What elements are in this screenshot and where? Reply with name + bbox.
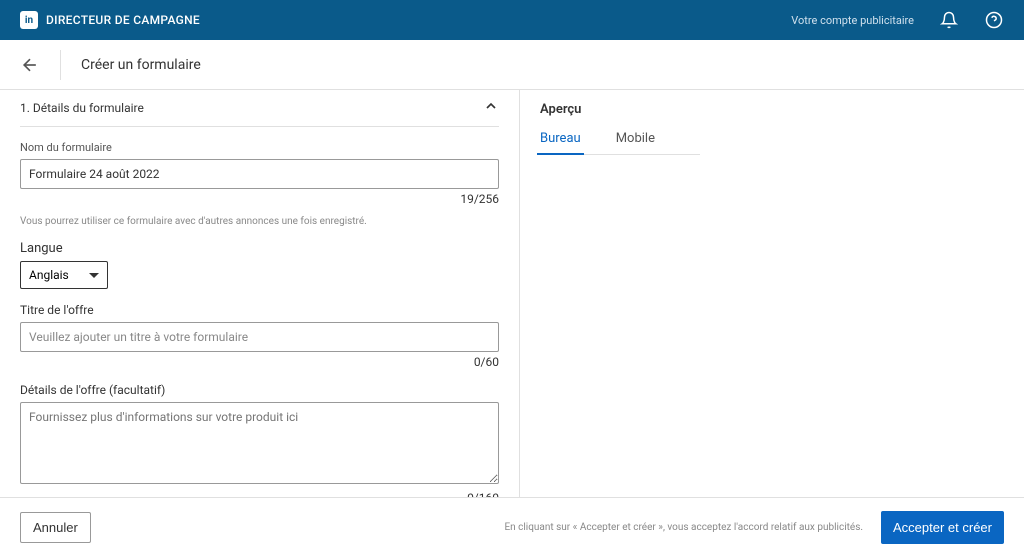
footer-right: En cliquant sur « Accepter et créer », v… (504, 511, 1004, 544)
tab-mobile[interactable]: Mobile (616, 131, 655, 154)
language-value: Anglais (29, 268, 69, 282)
form-name-label: Nom du formulaire (20, 141, 499, 154)
form-name-count: 19/256 (20, 192, 499, 206)
offer-title-count: 0/60 (20, 355, 499, 369)
offer-details-textarea[interactable] (20, 402, 499, 484)
section-title: 1. Détails du formulaire (20, 101, 144, 115)
topbar-left: in DIRECTEUR DE CAMPAGNE (20, 11, 200, 29)
offer-title-input[interactable] (20, 322, 499, 352)
preview-tabs: Bureau Mobile (540, 131, 700, 155)
chevron-up-icon (483, 98, 499, 118)
topbar: in DIRECTEUR DE CAMPAGNE Votre compte pu… (0, 0, 1024, 40)
offer-title-label: Titre de l'offre (20, 303, 499, 317)
language-select[interactable]: Anglais (20, 261, 108, 289)
footer-disclaimer: En cliquant sur « Accepter et créer », v… (504, 522, 863, 533)
accept-create-button[interactable]: Accepter et créer (881, 511, 1004, 544)
form-panel: 1. Détails du formulaire Nom du formulai… (0, 90, 520, 497)
tab-desktop[interactable]: Bureau (540, 131, 581, 154)
caret-down-icon (89, 273, 99, 278)
footer: Annuler En cliquant sur « Accepter et cr… (0, 497, 1024, 557)
preview-panel: Aperçu Bureau Mobile (520, 90, 1024, 497)
linkedin-logo[interactable]: in (20, 11, 38, 29)
brand-title: DIRECTEUR DE CAMPAGNE (46, 13, 200, 27)
form-name-helper: Vous pourrez utiliser ce formulaire avec… (20, 216, 499, 227)
section-header-details[interactable]: 1. Détails du formulaire (20, 90, 499, 127)
preview-title: Aperçu (540, 102, 1004, 117)
topbar-right: Votre compte publicitaire (791, 10, 1004, 30)
help-icon[interactable] (984, 10, 1004, 30)
subheader: Créer un formulaire (0, 40, 1024, 90)
cancel-button[interactable]: Annuler (20, 512, 91, 543)
back-button[interactable] (20, 55, 40, 75)
bell-icon[interactable] (939, 10, 959, 30)
divider (60, 50, 61, 80)
offer-title-group: Titre de l'offre 0/60 (20, 303, 499, 369)
language-group: Langue Anglais (20, 241, 499, 289)
account-link[interactable]: Votre compte publicitaire (791, 14, 914, 27)
page-title: Créer un formulaire (81, 57, 201, 73)
language-label: Langue (20, 241, 499, 256)
form-name-input[interactable] (20, 159, 499, 189)
form-name-group: Nom du formulaire 19/256 Vous pourrez ut… (20, 141, 499, 227)
offer-details-label: Détails de l'offre (facultatif) (20, 383, 499, 397)
main: 1. Détails du formulaire Nom du formulai… (0, 90, 1024, 497)
offer-details-group: Détails de l'offre (facultatif) 0/160 (20, 383, 499, 497)
